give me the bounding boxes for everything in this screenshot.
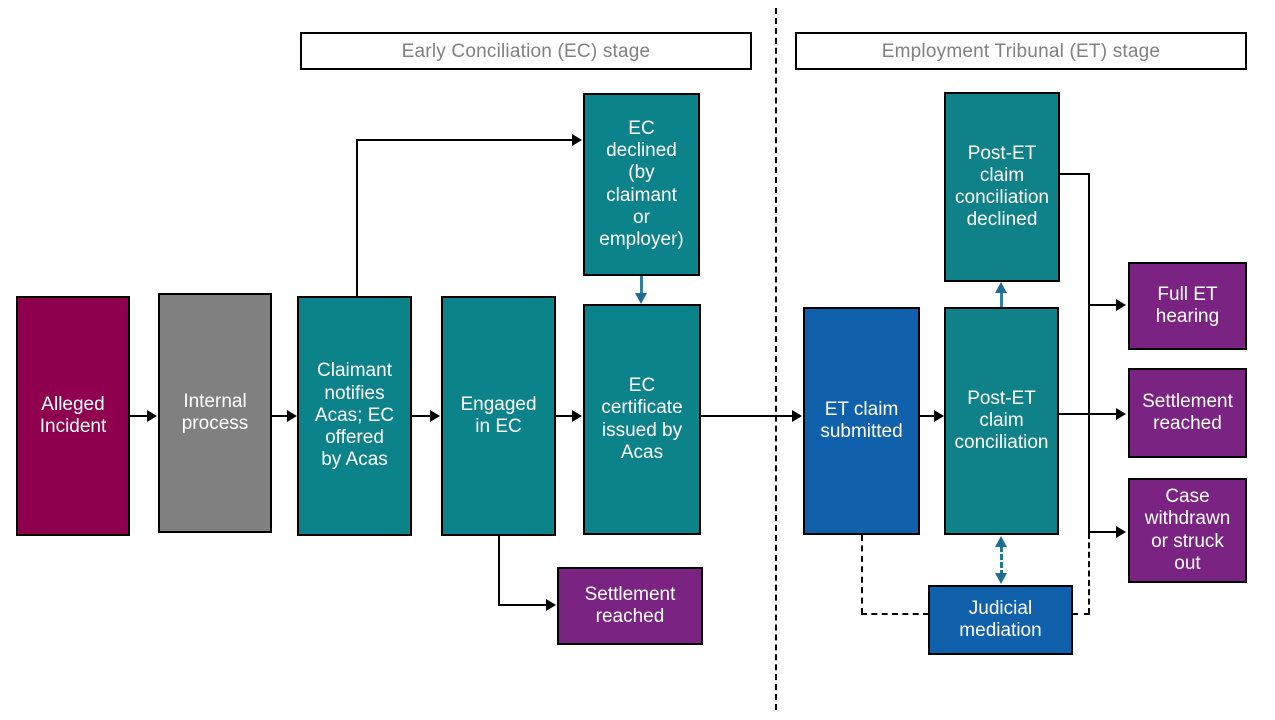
arrowhead-postet-to-judicial-down bbox=[995, 573, 1007, 584]
node-internal-process-label: Internal process bbox=[181, 390, 249, 434]
node-post-et-declined[interactable]: Post-ET claim conciliation declined bbox=[944, 92, 1060, 282]
arrowhead-judicial-to-postet-up bbox=[995, 536, 1007, 547]
node-claimant-notifies[interactable]: Claimant notifies Acas; EC offered by Ac… bbox=[297, 296, 412, 536]
node-internal-process[interactable]: Internal process bbox=[158, 293, 272, 533]
edge-claimant-to-engaged bbox=[412, 415, 431, 417]
edge-engaged-to-settlement-horizontal bbox=[498, 604, 548, 606]
node-alleged-incident[interactable]: Alleged Incident bbox=[16, 296, 130, 536]
node-post-et-conciliation[interactable]: Post-ET claim conciliation bbox=[944, 307, 1059, 535]
node-settlement-reached-ec[interactable]: Settlement reached bbox=[557, 567, 703, 645]
node-ec-declined[interactable]: EC declined (by claimant or employer) bbox=[583, 93, 700, 276]
node-claimant-notifies-label: Claimant notifies Acas; EC offered by Ac… bbox=[314, 360, 395, 471]
node-full-et-hearing-label: Full ET hearing bbox=[1155, 283, 1220, 327]
edge-postetdeclined-right-stub bbox=[1060, 173, 1088, 175]
node-settlement-reached-et-label: Settlement reached bbox=[1142, 390, 1233, 434]
node-engaged-in-ec-label: Engaged in EC bbox=[460, 393, 537, 437]
node-case-withdrawn-label: Case withdrawn or struck out bbox=[1144, 486, 1231, 574]
arrowhead-ecdeclined-to-eccertificate bbox=[635, 293, 647, 304]
edge-trunk-to-casewithdrawn bbox=[1088, 531, 1118, 533]
edge-postetdeclined-vertical-trunk bbox=[1088, 173, 1090, 533]
stage-divider bbox=[775, 8, 777, 710]
edge-engaged-to-settlement-vertical bbox=[498, 536, 500, 606]
arrowhead-postet-to-settlement-et bbox=[1116, 408, 1126, 420]
edge-engaged-to-eccertificate bbox=[556, 415, 573, 417]
node-judicial-mediation[interactable]: Judicial mediation bbox=[928, 585, 1073, 655]
arrowhead-etclaim-to-postet bbox=[934, 410, 944, 422]
arrowhead-engaged-to-settlement bbox=[546, 599, 556, 611]
edge-judicial-to-postet-dashed bbox=[1000, 546, 1003, 576]
stage-banner-et: Employment Tribunal (ET) stage bbox=[795, 32, 1247, 70]
node-engaged-in-ec[interactable]: Engaged in EC bbox=[441, 296, 556, 536]
node-post-et-conciliation-label: Post-ET claim conciliation bbox=[954, 387, 1049, 454]
edge-etclaim-to-judicial-vertical bbox=[861, 535, 863, 614]
node-et-claim-submitted[interactable]: ET claim submitted bbox=[803, 307, 920, 535]
edge-trunk-to-fullethearing bbox=[1088, 304, 1118, 306]
arrowhead-trunk-to-fullethearing bbox=[1116, 299, 1126, 311]
node-case-withdrawn[interactable]: Case withdrawn or struck out bbox=[1128, 478, 1247, 583]
node-post-et-declined-label: Post-ET claim conciliation declined bbox=[955, 142, 1049, 231]
arrowhead-postet-to-postetdeclined bbox=[995, 282, 1007, 293]
node-et-claim-submitted-label: ET claim submitted bbox=[820, 398, 903, 442]
edge-claimant-to-ecdeclined-horizontal bbox=[356, 139, 574, 141]
edge-eccertificate-to-etclaim bbox=[701, 415, 793, 417]
edge-postet-to-settlement-et bbox=[1059, 413, 1118, 415]
arrowhead-claimant-to-ecdeclined bbox=[572, 134, 582, 146]
arrowhead-claimant-to-engaged bbox=[430, 410, 440, 422]
arrowhead-engaged-to-eccertificate bbox=[572, 410, 582, 422]
arrowhead-trunk-to-casewithdrawn bbox=[1116, 526, 1126, 538]
node-alleged-incident-label: Alleged Incident bbox=[39, 393, 107, 437]
edge-claimant-to-ecdeclined-vertical bbox=[356, 139, 358, 297]
edge-judicial-to-right-vertical bbox=[1088, 533, 1090, 614]
node-ec-declined-label: EC declined (by claimant or employer) bbox=[599, 117, 684, 250]
arrowhead-eccertificate-to-etclaim bbox=[792, 410, 802, 422]
arrowhead-internal-to-claimant bbox=[287, 410, 297, 422]
arrowhead-incident-to-internal bbox=[147, 410, 157, 422]
stage-banner-ec: Early Conciliation (EC) stage bbox=[300, 32, 752, 70]
node-ec-certificate[interactable]: EC certificate issued by Acas bbox=[583, 304, 701, 535]
node-ec-certificate-label: EC certificate issued by Acas bbox=[601, 375, 683, 463]
stage-banner-ec-label: Early Conciliation (EC) stage bbox=[401, 40, 651, 62]
stage-banner-et-label: Employment Tribunal (ET) stage bbox=[881, 40, 1161, 62]
edge-incident-to-internal bbox=[130, 415, 148, 417]
edge-internal-to-claimant bbox=[272, 415, 288, 417]
flowchart-canvas: Early Conciliation (EC) stage Employment… bbox=[0, 0, 1275, 720]
node-full-et-hearing[interactable]: Full ET hearing bbox=[1128, 262, 1247, 350]
node-settlement-reached-ec-label: Settlement reached bbox=[584, 583, 676, 627]
node-judicial-mediation-label: Judicial mediation bbox=[959, 597, 1042, 641]
node-settlement-reached-et[interactable]: Settlement reached bbox=[1128, 368, 1247, 458]
edge-etclaim-to-judicial-horizontal bbox=[861, 613, 929, 615]
